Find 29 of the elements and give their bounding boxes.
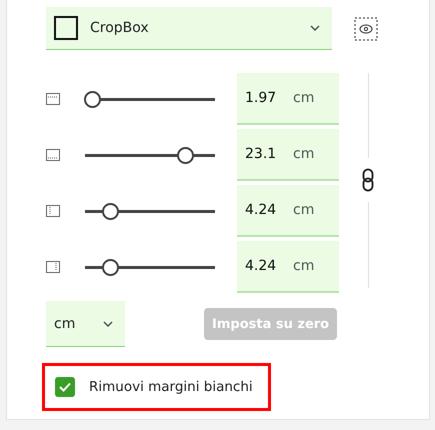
- caret-icon: [310, 25, 320, 31]
- margin-value: 4.24: [245, 202, 278, 218]
- slider-thumb[interactable]: [177, 146, 194, 164]
- slider-thumb[interactable]: [84, 90, 100, 108]
- margin-value: 4.24: [245, 258, 278, 274]
- unit-label: cm: [293, 258, 314, 274]
- unit-dropdown[interactable]: cm: [46, 301, 125, 347]
- checkbox[interactable]: [55, 377, 75, 397]
- caret-icon: [103, 320, 113, 326]
- margin-left-icon: [46, 205, 60, 217]
- slider-thumb[interactable]: [102, 258, 119, 276]
- checkbox-label: Rimuovi margini bianchi: [89, 379, 253, 395]
- margin-value: 23.1: [245, 146, 278, 162]
- margin-field[interactable]: 1.97 cm: [237, 73, 339, 125]
- check-icon: [59, 382, 71, 392]
- preview-eye-icon[interactable]: [354, 16, 378, 40]
- margin-right-icon: [46, 261, 60, 273]
- margin-top-icon: [46, 93, 60, 105]
- unit-label: cm: [293, 90, 314, 106]
- unit-label: cm: [293, 146, 314, 162]
- link-icon[interactable]: [362, 168, 374, 192]
- slider-thumb[interactable]: [102, 202, 119, 220]
- box-type-dropdown[interactable]: CropBox: [46, 7, 332, 50]
- margin-value: 1.97: [245, 90, 278, 106]
- margin-field[interactable]: 4.24 cm: [237, 185, 339, 237]
- margin-field[interactable]: 4.24 cm: [237, 241, 339, 293]
- margin-field[interactable]: 23.1 cm: [237, 129, 339, 181]
- unit-label: cm: [293, 202, 314, 218]
- margin-bottom-icon: [46, 149, 60, 161]
